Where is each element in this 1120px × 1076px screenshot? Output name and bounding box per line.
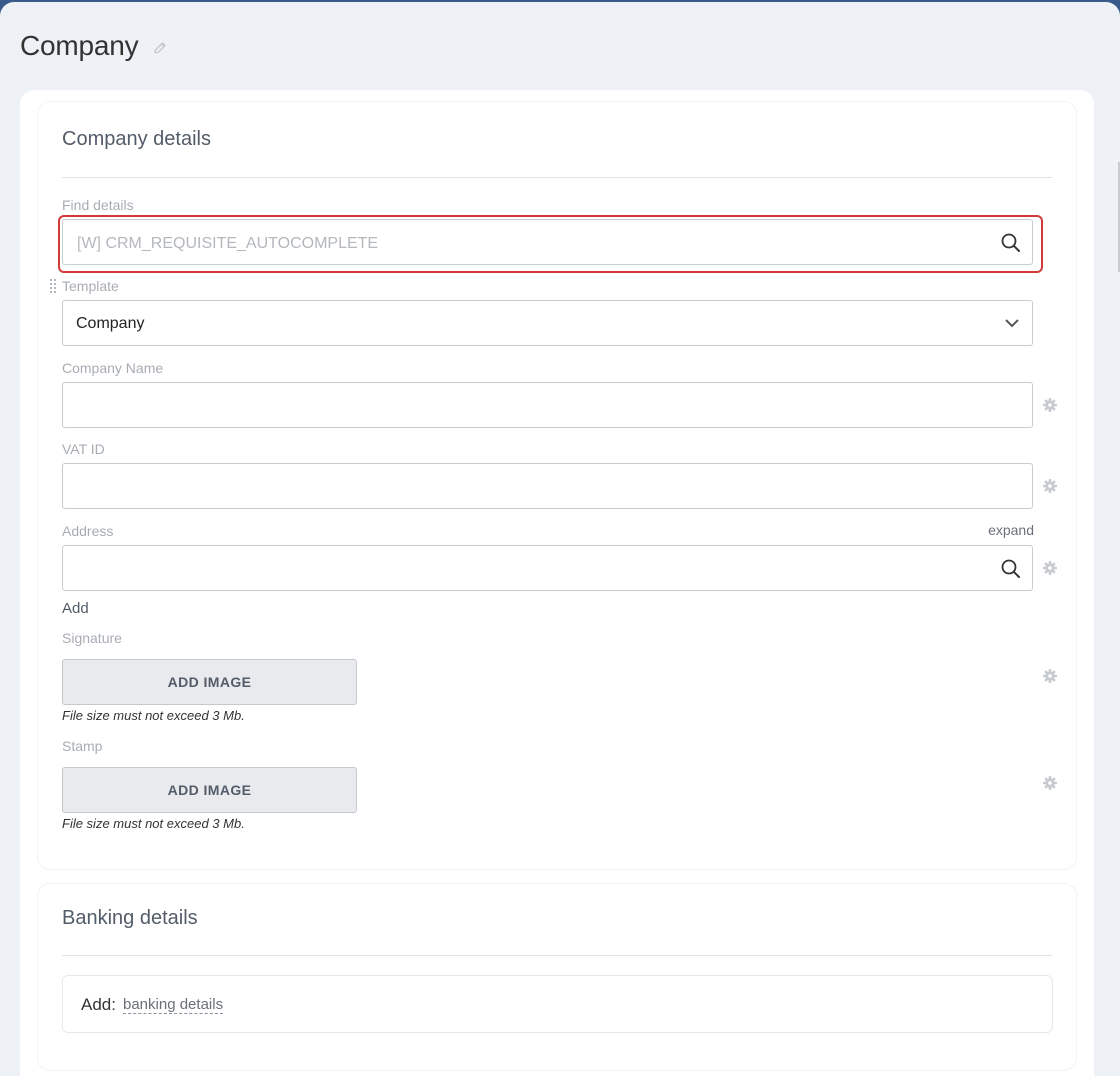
section-divider xyxy=(62,177,1052,178)
section-divider xyxy=(62,955,1052,956)
gear-icon[interactable] xyxy=(1043,479,1057,493)
pencil-icon[interactable] xyxy=(152,40,168,56)
template-label: Template xyxy=(62,278,119,294)
page-title: Company xyxy=(20,30,139,61)
vat-id-input[interactable] xyxy=(62,463,1033,509)
template-select[interactable]: Company xyxy=(62,300,1033,346)
signature-add-image-button[interactable]: ADD IMAGE xyxy=(62,659,357,705)
gear-icon[interactable] xyxy=(1043,776,1057,790)
banking-details-box: Add: banking details xyxy=(62,975,1053,1033)
banking-add-label: Add: xyxy=(81,995,116,1014)
section-title-banking-details: Banking details xyxy=(62,907,198,929)
address-input[interactable] xyxy=(62,545,1033,591)
find-details-input[interactable]: [W] CRM_REQUISITE_AUTOCOMPLETE xyxy=(62,219,1033,265)
stamp-label: Stamp xyxy=(62,738,103,754)
search-icon[interactable] xyxy=(1000,232,1022,254)
stamp-add-image-button[interactable]: ADD IMAGE xyxy=(62,767,357,813)
signature-label: Signature xyxy=(62,630,122,646)
find-details-placeholder: [W] CRM_REQUISITE_AUTOCOMPLETE xyxy=(77,235,379,252)
stamp-file-size-hint: File size must not exceed 3 Mb. xyxy=(62,816,245,831)
company-name-label: Company Name xyxy=(62,360,164,376)
app-window: Company Company details Find details [W]… xyxy=(0,2,1120,1076)
company-name-input[interactable] xyxy=(62,382,1033,428)
section-title-company-details: Company details xyxy=(62,128,211,150)
chevron-down-icon xyxy=(1005,319,1019,328)
gear-icon[interactable] xyxy=(1043,669,1057,683)
address-expand-link[interactable]: expand xyxy=(988,522,1034,538)
template-select-value: Company xyxy=(76,315,145,332)
find-details-label: Find details xyxy=(62,197,134,213)
gear-icon[interactable] xyxy=(1043,398,1057,412)
search-icon[interactable] xyxy=(1000,558,1022,580)
vat-id-label: VAT ID xyxy=(62,441,105,457)
drag-handle-icon[interactable] xyxy=(49,278,57,294)
signature-file-size-hint: File size must not exceed 3 Mb. xyxy=(62,708,245,723)
address-add-link[interactable]: Add xyxy=(62,600,89,617)
gear-icon[interactable] xyxy=(1043,561,1057,575)
address-label: Address xyxy=(62,523,114,539)
add-banking-details-link[interactable]: banking details xyxy=(123,997,224,1014)
